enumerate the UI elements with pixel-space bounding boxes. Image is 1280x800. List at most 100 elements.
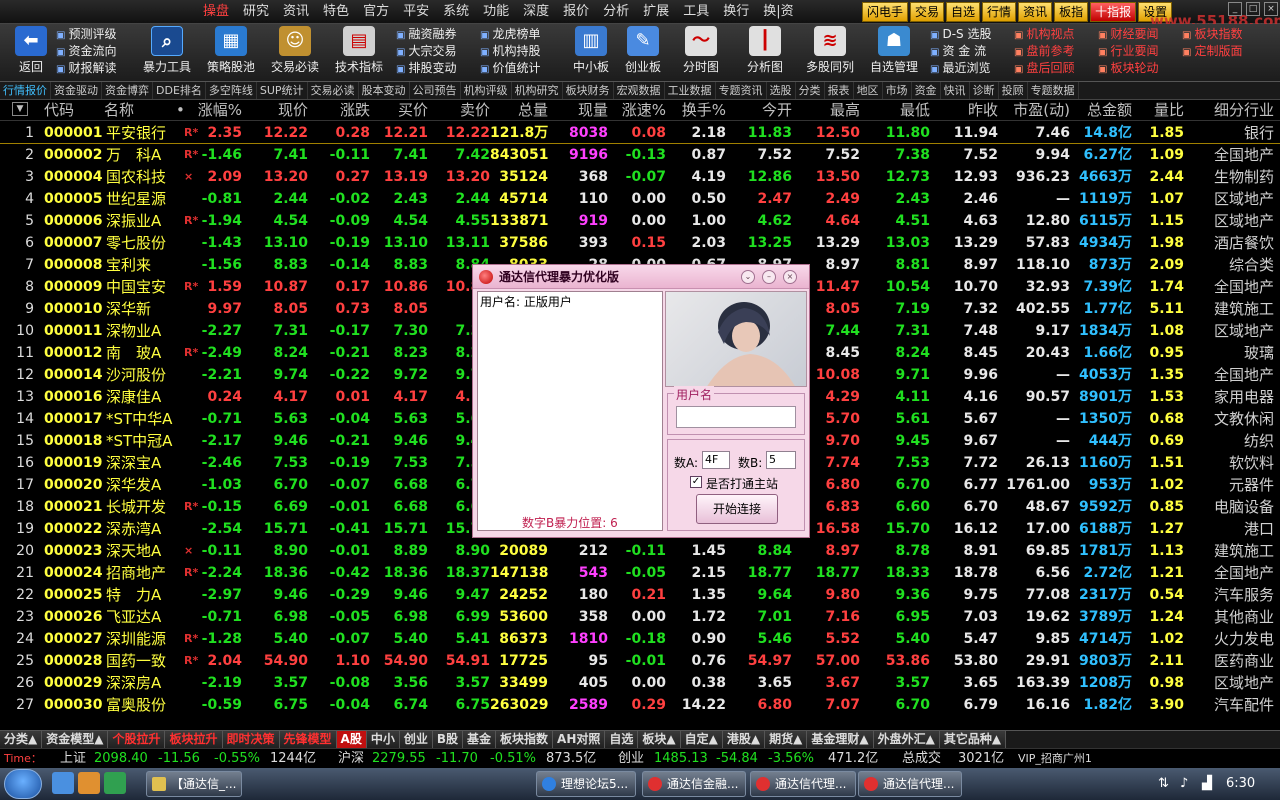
taskbar-item[interactable]: 通达信金融...	[642, 771, 746, 797]
gem-board-button[interactable]: ✎ 创业板	[612, 26, 674, 80]
sub-tab[interactable]: 行情报价	[0, 82, 51, 99]
taskbar-item[interactable]: 【通达信_...	[146, 771, 242, 797]
forecast-rating-link[interactable]: 预测评级	[56, 26, 116, 43]
menu-item[interactable]: 特色	[316, 0, 356, 24]
bottom-tab[interactable]: 即时决策	[222, 731, 280, 748]
sub-tab[interactable]: 快讯	[941, 82, 970, 99]
fund-flow-link[interactable]: 资金流向	[56, 43, 116, 60]
holding-change-link[interactable]: 排股变动	[396, 60, 456, 77]
quick-button[interactable]: 板指	[1054, 2, 1089, 22]
minimize-icon[interactable]: _	[1228, 2, 1242, 16]
maximize-icon[interactable]: □	[1246, 2, 1260, 16]
column-header[interactable]: 最高	[796, 100, 860, 121]
bottom-tab[interactable]: 基金	[463, 731, 497, 748]
ie-icon[interactable]	[52, 772, 74, 794]
menu-item[interactable]: 操盘	[196, 0, 236, 24]
column-header[interactable]: 市盈(动)	[1002, 100, 1070, 121]
tech-indicator-button[interactable]: ▤ 技术指标	[328, 26, 390, 80]
column-header[interactable]: 换手%	[670, 100, 726, 121]
column-header[interactable]: 昨收	[934, 100, 998, 121]
quick-button[interactable]: 自选	[946, 2, 981, 22]
table-row[interactable]: 3 000004 国农科技 × 2.09 13.20 0.27 13.19 13.20 35124…	[0, 166, 1280, 188]
value-stats-link[interactable]: 价值统计	[480, 60, 540, 77]
analysis-chart-button[interactable]: ┃ 分析图	[734, 26, 796, 80]
taskbar-item[interactable]: 理想论坛5...	[536, 771, 636, 797]
bottom-tab[interactable]: 个股拉升	[108, 731, 166, 748]
username-input[interactable]	[676, 406, 796, 428]
watchlist-manage-button[interactable]: ☗ 自选管理	[862, 26, 926, 80]
menu-item[interactable]: 官方	[356, 0, 396, 24]
menu-item[interactable]: 功能	[476, 0, 516, 24]
bottom-tab[interactable]: 先锋模型	[279, 731, 337, 748]
network-icon[interactable]: ⇅	[1158, 776, 1169, 791]
quick-button[interactable]: 十指报	[1090, 2, 1137, 22]
column-header[interactable]: 现量	[550, 100, 608, 121]
connect-button[interactable]: 开始连接	[696, 494, 778, 524]
dragon-tiger-link[interactable]: 龙虎榜单	[480, 26, 540, 43]
column-header[interactable]: 总量	[490, 100, 548, 121]
table-row[interactable]: 4 000005 世纪星源 -0.81 2.44 -0.02 2.43 2.44 45714 11…	[0, 188, 1280, 210]
quick-button[interactable]: 闪电手	[862, 2, 909, 22]
close-icon[interactable]: ×	[783, 270, 797, 284]
sector-index-link[interactable]: 板块指数	[1182, 26, 1242, 43]
menu-item[interactable]: 系统	[436, 0, 476, 24]
back-button[interactable]: ⬅ 返回	[0, 26, 62, 80]
column-header[interactable]: 卖价	[432, 100, 490, 121]
column-header[interactable]: 涨幅%	[196, 100, 242, 121]
explorer-icon[interactable]	[78, 772, 100, 794]
minimize-icon[interactable]: –	[762, 270, 776, 284]
bottom-tab[interactable]: 创业	[399, 731, 433, 748]
column-header[interactable]: 今开	[730, 100, 792, 121]
menu-item[interactable]: 工具	[676, 0, 716, 24]
table-row[interactable]: 24 000027 深圳能源 R* -1.28 5.40 -0.07 5.40 5.41 8637…	[0, 628, 1280, 650]
margin-trading-link[interactable]: 融资融券	[396, 26, 456, 43]
menu-item[interactable]: 平安	[396, 0, 436, 24]
menu-item[interactable]: 扩展	[636, 0, 676, 24]
table-row[interactable]: 23 000026 飞亚达A -0.71 6.98 -0.05 6.98 6.99 53600 3…	[0, 606, 1280, 628]
menu-item[interactable]: 深度	[516, 0, 556, 24]
menu-item[interactable]: 研究	[236, 0, 276, 24]
bottom-tab[interactable]: B股	[432, 731, 464, 748]
collapse-icon[interactable]: ⌄	[741, 270, 755, 284]
institution-holding-link[interactable]: 机构持股	[480, 43, 540, 60]
volume-icon[interactable]: ♪	[1180, 776, 1188, 791]
column-header[interactable]: 涨速%	[610, 100, 666, 121]
multi-stock-button[interactable]: ≋ 多股同列	[798, 26, 862, 80]
baoli-tool-button[interactable]: ⌕ 暴力工具	[136, 26, 198, 80]
column-header[interactable]: 现价	[258, 100, 308, 121]
bottom-tab[interactable]: 期货▲	[765, 731, 808, 748]
main-station-checkbox[interactable]: ✓	[690, 476, 702, 488]
dropdown-icon[interactable]: ▼	[12, 102, 28, 116]
quick-button[interactable]: 行情	[982, 2, 1017, 22]
premarket-link[interactable]: 盘前参考	[1014, 43, 1074, 60]
signal-icon[interactable]: ▟	[1202, 776, 1212, 791]
sub-tab[interactable]: 宏观数据	[614, 82, 665, 99]
sub-tab[interactable]: 报表	[825, 82, 854, 99]
table-row[interactable]: 27 000030 富奥股份 -0.59 6.75 -0.04 6.74 6.75 263029…	[0, 694, 1280, 716]
table-row[interactable]: 21 000024 招商地产 R* -2.24 18.36 -0.42 18.36 18.37 1…	[0, 562, 1280, 584]
table-row[interactable]: 5 000006 深振业A R* -1.94 4.54 -0.09 4.54 4.55 13387…	[0, 210, 1280, 232]
table-row[interactable]: 20 000023 深天地A × -0.11 8.90 -0.01 8.89 8.90 20089…	[0, 540, 1280, 562]
ds-select-link[interactable]: D-S 选股	[930, 26, 991, 43]
param-b-input[interactable]: 5	[766, 451, 796, 469]
column-header[interactable]: 量比	[1144, 100, 1184, 121]
sub-tab[interactable]: 机构评级	[461, 82, 512, 99]
menu-item[interactable]: 资讯	[276, 0, 316, 24]
bottom-tab[interactable]: AH对照	[553, 731, 606, 748]
sub-tab[interactable]: 交易必读	[308, 82, 359, 99]
column-header[interactable]: •	[176, 100, 188, 121]
industry-news-link[interactable]: 行业要闻	[1098, 43, 1158, 60]
sub-tab[interactable]: DDE排名	[153, 82, 206, 99]
menu-item[interactable]: 换行	[716, 0, 756, 24]
bottom-tab[interactable]: 基金理财▲	[807, 731, 874, 748]
bottom-tab[interactable]: 外盘外汇▲	[873, 731, 940, 748]
sector-rotation-link[interactable]: 板块轮动	[1098, 60, 1158, 77]
sub-tab[interactable]: 诊断	[970, 82, 999, 99]
sub-tab[interactable]: 股本变动	[359, 82, 410, 99]
column-header[interactable]: 细分行业	[1190, 100, 1274, 121]
sub-tab[interactable]: 资金驱动	[51, 82, 102, 99]
sub-tab[interactable]: 多空阵线	[206, 82, 257, 99]
custom-layout-link[interactable]: 定制版面	[1182, 43, 1242, 60]
sub-tab[interactable]: 市场	[883, 82, 912, 99]
finance-news-link[interactable]: 财经要闻	[1098, 26, 1158, 43]
